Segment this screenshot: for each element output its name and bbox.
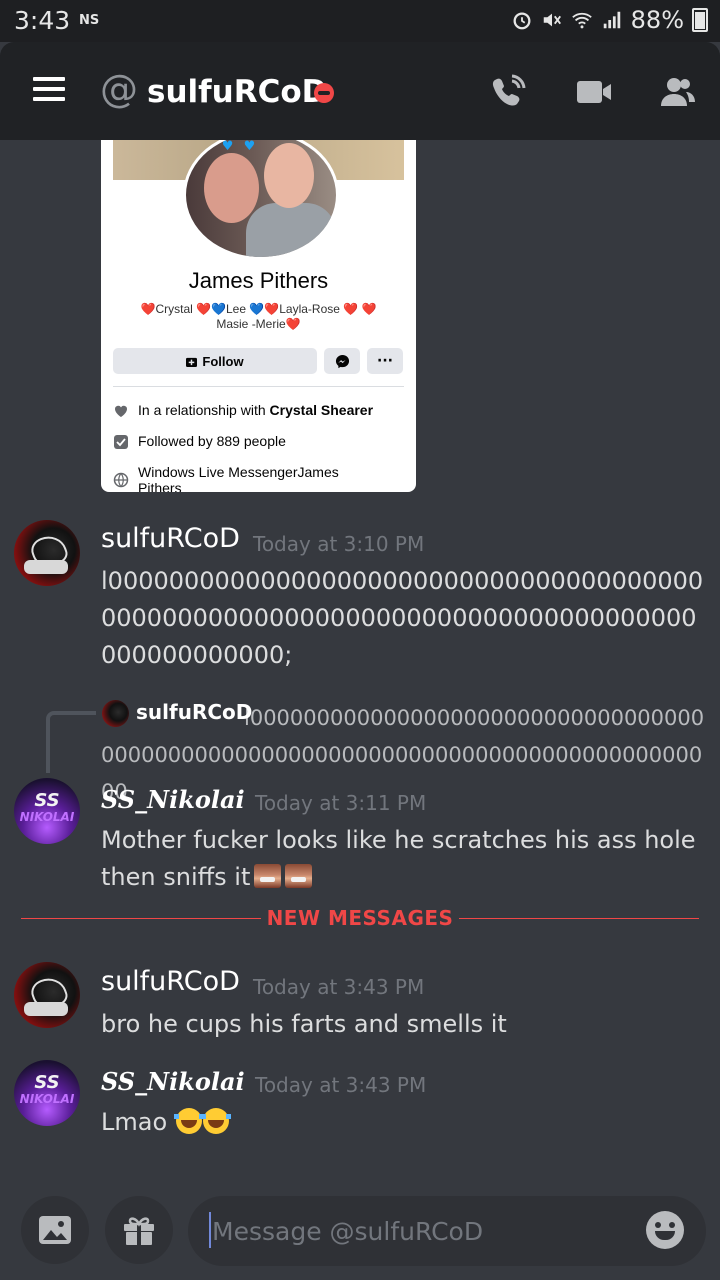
- profile-name: James Pithers: [188, 268, 329, 293]
- message-timestamp: Today at 3:11 PM: [255, 791, 427, 815]
- custom-emoji-icon: [254, 864, 282, 888]
- avatar[interactable]: [14, 962, 80, 1028]
- message-content: Lmao: [101, 1104, 706, 1141]
- messenger-icon: [335, 354, 349, 368]
- message-text: Lmao: [101, 1108, 168, 1136]
- message-content: Mother fucker looks like he scratches hi…: [101, 822, 706, 896]
- avatar[interactable]: SS NIKOLAI: [14, 778, 80, 844]
- at-icon: @: [100, 67, 138, 111]
- message-author[interactable]: SS_Nikolai: [101, 1067, 245, 1096]
- follow-button: Follow: [113, 348, 317, 374]
- message-content: l000000000000000000000000000000000000000…: [101, 567, 704, 669]
- battery-percent: 88%: [630, 6, 684, 34]
- message-composer: [0, 1180, 720, 1280]
- wifi-icon: [571, 12, 592, 29]
- alarm-icon: [513, 12, 531, 30]
- menu-icon[interactable]: [33, 77, 65, 101]
- info-messenger: Windows Live MessengerJames Pithers: [113, 464, 353, 492]
- status-icons: 88%: [511, 6, 708, 34]
- message-author[interactable]: sulfuRCoD: [101, 966, 240, 997]
- reply-connector: [46, 711, 96, 773]
- profile-photo: ♥ ♥ ♥: [183, 140, 339, 260]
- dnd-status-icon: [314, 83, 334, 103]
- avatar[interactable]: SS NIKOLAI: [14, 1060, 80, 1126]
- info-relationship: In a relationship with Crystal Shearer: [113, 402, 373, 419]
- new-messages-divider: NEW MESSAGES: [21, 906, 699, 934]
- mute-icon: [543, 13, 561, 27]
- messenger-button: [324, 348, 360, 374]
- custom-emoji-icon: [285, 864, 313, 888]
- globe-icon: [113, 472, 129, 488]
- follow-icon: [186, 357, 198, 367]
- message-author[interactable]: sulfuRCoD: [101, 523, 240, 554]
- status-bar: 3:43 NS 88%: [0, 0, 720, 42]
- info-text: Followed by 889 people: [138, 433, 286, 449]
- joy-emoji-icon: [173, 1108, 204, 1134]
- status-time: 3:43: [14, 6, 71, 35]
- message-content: bro he cups his farts and smells it: [101, 1010, 507, 1038]
- message-author[interactable]: SS_Nikolai: [101, 785, 245, 814]
- new-messages-label: NEW MESSAGES: [266, 906, 454, 930]
- gift-button[interactable]: [105, 1196, 173, 1264]
- avatar-text: SS: [34, 1072, 60, 1093]
- message-timestamp: Today at 3:43 PM: [253, 975, 425, 999]
- battery-icon: [692, 8, 708, 32]
- message-timestamp: Today at 3:10 PM: [253, 532, 425, 556]
- avatar-text: NIKOLAI: [19, 1092, 75, 1106]
- followers-icon: [114, 435, 128, 449]
- channel-title[interactable]: sulfuRCoD: [147, 72, 327, 112]
- message-input-wrapper: [188, 1196, 706, 1266]
- more-button: ···: [367, 348, 403, 374]
- video-icon[interactable]: [574, 72, 614, 112]
- emoji-icon[interactable]: [646, 1211, 684, 1249]
- image-icon: [39, 1216, 71, 1244]
- heart-icon: [114, 405, 128, 417]
- image-attachment[interactable]: ♥ ♥ ♥ James Pithers ❤️Crystal ❤️💙Lee 💙❤️…: [101, 140, 416, 492]
- info-text: Windows Live MessengerJames Pithers: [138, 464, 339, 492]
- gift-icon: [124, 1217, 154, 1245]
- avatar-text: NIKOLAI: [19, 810, 75, 824]
- info-followers: Followed by 889 people: [113, 433, 286, 450]
- message-input[interactable]: [210, 1210, 634, 1252]
- call-icon[interactable]: [488, 72, 528, 112]
- follow-label: Follow: [202, 353, 244, 369]
- profile-bio: ❤️Crystal ❤️💙Lee 💙❤️Layla-Rose ❤️ ❤️ Mas…: [140, 302, 377, 331]
- message-timestamp: Today at 3:43 PM: [255, 1073, 427, 1097]
- info-bold: Crystal Shearer: [269, 402, 374, 418]
- image-upload-button[interactable]: [21, 1196, 89, 1264]
- avatar[interactable]: [14, 520, 80, 586]
- channel-header: @ sulfuRCoD: [0, 42, 720, 140]
- divider: [113, 386, 404, 387]
- status-carrier: NS: [79, 13, 100, 28]
- info-text: In a relationship with: [138, 402, 270, 418]
- signal-icon: [603, 11, 620, 29]
- avatar-text: SS: [34, 790, 60, 811]
- joy-emoji-icon: [200, 1108, 231, 1134]
- members-icon[interactable]: [658, 72, 698, 112]
- message-text: Mother fucker looks like he scratches hi…: [101, 826, 696, 891]
- reply-author[interactable]: sulfuRCoD: [136, 700, 252, 724]
